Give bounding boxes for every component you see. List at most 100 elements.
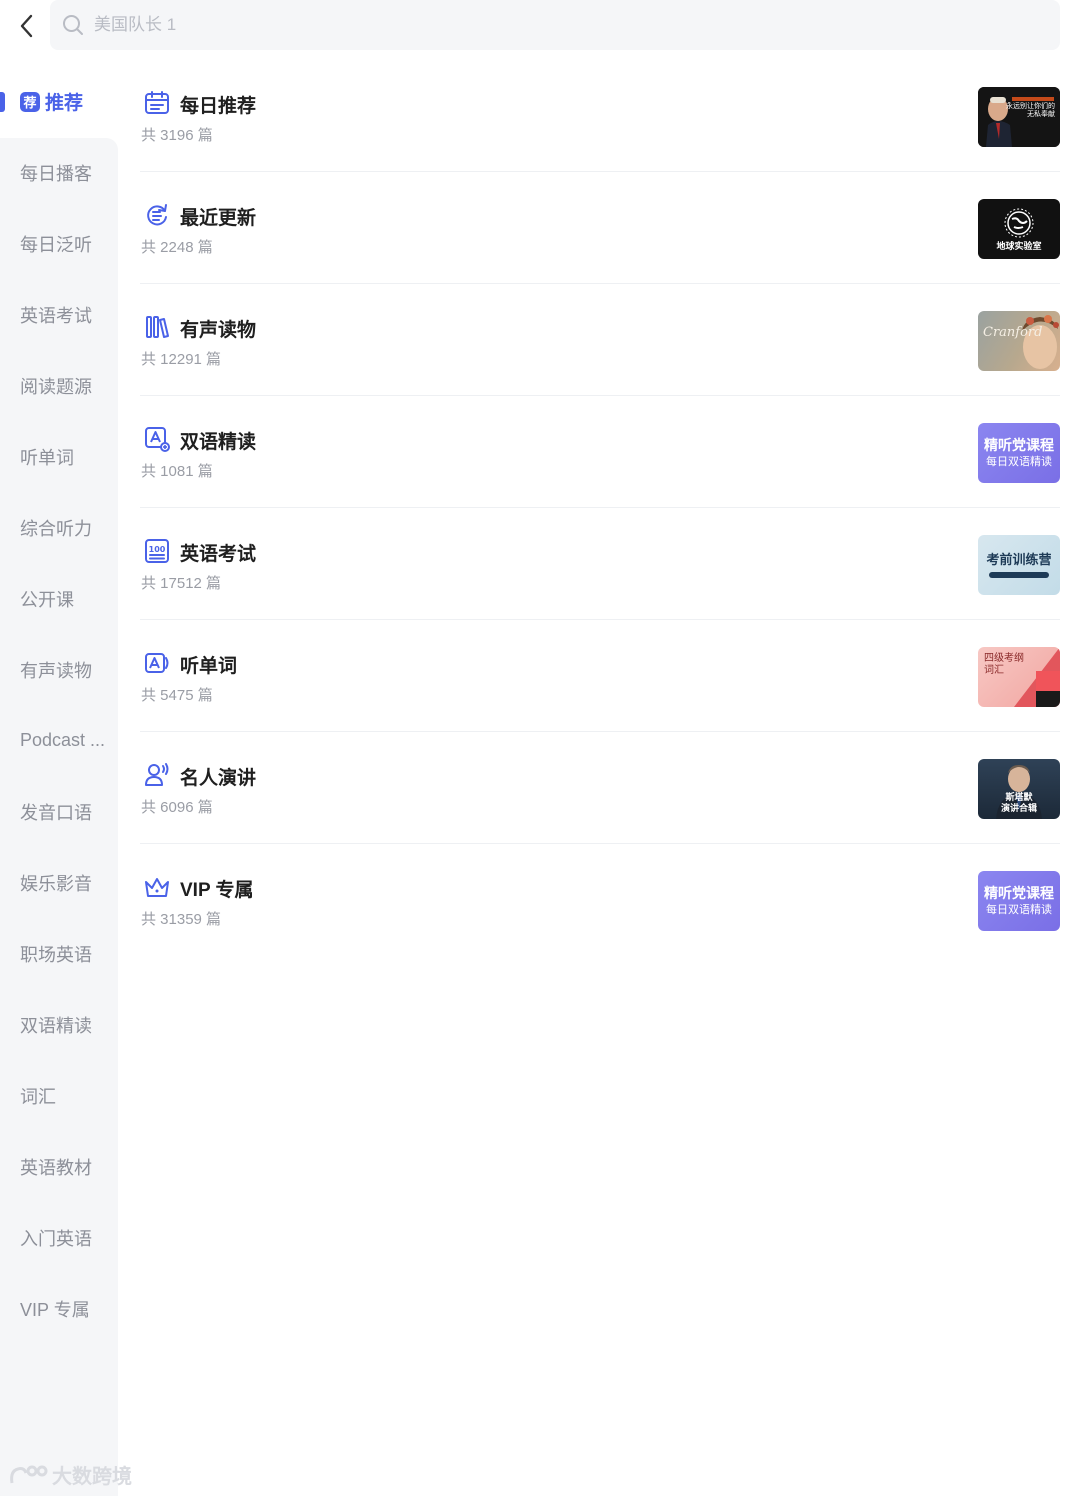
category-thumbnail[interactable]: 精听党课程 每日双语精读 (978, 423, 1060, 483)
category-thumbnail[interactable]: 斯塔默 演讲合辑 (978, 759, 1060, 819)
sidebar-item-label: 听单词 (20, 447, 74, 468)
category-row-daily-recommend[interactable]: 每日推荐 共 3196 篇 永远别让你们的 无私奉献 (140, 60, 1060, 172)
sidebar-item[interactable]: 词汇 (0, 1060, 118, 1131)
sidebar-item[interactable]: 娱乐影音 (0, 847, 118, 918)
thumbnail-text: 演讲合辑 (1000, 803, 1037, 814)
category-title: 名人演讲 (180, 768, 257, 789)
sidebar-item-label: 综合听力 (20, 518, 92, 539)
category-row-recent-updates[interactable]: 最近更新 共 2248 篇 地球实验室 (140, 172, 1060, 284)
sidebar-item[interactable]: 有声读物 (0, 634, 118, 705)
category-title: 每日推荐 (180, 96, 257, 117)
search-bar[interactable] (50, 0, 1060, 50)
sidebar-item[interactable]: 每日播客 (0, 137, 118, 208)
sidebar-item[interactable]: Podcast ... (0, 705, 118, 776)
watermark-text: 大数跨境 (52, 1466, 132, 1488)
speaker-person-icon (145, 763, 169, 786)
sidebar-item[interactable]: 综合听力 (0, 492, 118, 563)
translate-icon (145, 427, 170, 452)
category-row-famous-speeches[interactable]: 名人演讲 共 6096 篇 斯塔默 演讲合辑 (140, 732, 1060, 844)
category-thumbnail[interactable]: Cranford (978, 311, 1060, 371)
sidebar-item-label: 双语精读 (20, 1015, 92, 1036)
thumbnail-text: 地球实验室 (996, 240, 1042, 251)
sidebar-item[interactable]: 英语教材 (0, 1131, 118, 1202)
category-count: 共 31359 篇 (141, 911, 222, 928)
thumbnail-text: Cranford (983, 325, 1043, 340)
category-count: 共 2248 篇 (141, 239, 213, 256)
search-input[interactable] (94, 15, 994, 35)
calendar-icon (145, 91, 169, 114)
category-count: 共 17512 篇 (141, 575, 222, 592)
watermark: 大数跨境 (8, 1460, 132, 1489)
sidebar-item-label: 娱乐影音 (20, 873, 92, 894)
thumbnail-text: 无私奉献 (1027, 111, 1055, 119)
category-count: 共 6096 篇 (141, 799, 213, 816)
sidebar-item-label: 公开课 (20, 589, 74, 610)
sidebar-item-label: 入门英语 (20, 1228, 92, 1249)
category-thumbnail[interactable]: 永远别让你们的 无私奉献 (978, 87, 1060, 147)
sidebar-item[interactable]: VIP 专属 (0, 1273, 118, 1344)
recommend-badge-icon: 荐 (20, 91, 40, 112)
thumbnail-text: 斯塔默 (1005, 792, 1033, 803)
sidebar-item-label: 发音口语 (20, 802, 92, 823)
category-row-audiobooks[interactable]: 有声读物 共 12291 篇 Cranford (140, 284, 1060, 396)
sidebar-item[interactable]: 双语精读 (0, 989, 118, 1060)
sidebar-item-label: 英语考试 (20, 305, 92, 326)
sidebar-item-label: 词汇 (20, 1086, 56, 1107)
thumbnail-text: 精听党课程 (984, 885, 1054, 901)
sidebar-item-label: 有声读物 (20, 660, 92, 681)
sidebar-item[interactable]: 荐推荐 (0, 66, 118, 137)
category-title: 听单词 (180, 656, 238, 677)
word-audio-icon (145, 653, 169, 673)
exam-thumb-bar (989, 571, 1049, 578)
score-100-icon: 100 (145, 539, 169, 563)
active-indicator (0, 92, 5, 112)
category-row-bilingual-reading[interactable]: 双语精读 共 1081 篇 精听党课程 每日双语精读 (140, 396, 1060, 508)
sidebar-item[interactable]: 职场英语 (0, 918, 118, 989)
thumbnail-text: 每日双语精读 (986, 455, 1052, 468)
category-list: 每日推荐 共 3196 篇 永远别让你们的 无私奉献 最近更新 共 2248 篇… (140, 60, 1060, 956)
sidebar-item-label: 英语教材 (20, 1157, 92, 1178)
chevron-left-icon (20, 14, 33, 38)
books-icon (146, 316, 169, 338)
sidebar-item-label: 每日泛听 (20, 234, 92, 255)
category-row-english-exams[interactable]: 100 英语考试 共 17512 篇 考前训练营 (140, 508, 1060, 620)
sidebar-item-label: 每日播客 (20, 163, 92, 184)
sidebar-item-label: VIP 专属 (20, 1299, 90, 1320)
sidebar-item[interactable]: 入门英语 (0, 1202, 118, 1273)
sidebar-item[interactable]: 听单词 (0, 421, 118, 492)
watermark-logo-icon (10, 1465, 48, 1483)
thumbnail-text: 精听党课程 (984, 437, 1054, 453)
category-count: 共 5475 篇 (141, 687, 213, 704)
category-title: 最近更新 (180, 208, 257, 229)
globe-icon (1004, 208, 1034, 238)
thumbnail-text: 词汇 (984, 665, 1004, 676)
thumbnail-text: 每日双语精读 (986, 903, 1052, 916)
sidebar-item-label: 职场英语 (20, 944, 92, 965)
category-title: 双语精读 (180, 432, 257, 453)
sidebar-item-label: Podcast ... (20, 730, 106, 750)
category-row-listen-words[interactable]: 听单词 共 5475 篇 四级考纲 词汇 (140, 620, 1060, 732)
sidebar-item[interactable]: 英语考试 (0, 279, 118, 350)
category-row-vip-exclusive[interactable]: VIP 专属 共 31359 篇 精听党课程 每日双语精读 (140, 844, 1060, 956)
sidebar-item-label: 阅读题源 (20, 376, 92, 397)
category-thumbnail[interactable]: 考前训练营 (978, 535, 1060, 595)
category-count: 共 3196 篇 (141, 127, 213, 144)
category-thumbnail[interactable]: 精听党课程 每日双语精读 (978, 871, 1060, 931)
crown-icon (145, 878, 169, 897)
category-sidebar: 荐推荐每日播客每日泛听英语考试阅读题源听单词综合听力公开课有声读物 Podcast… (0, 66, 118, 1496)
category-thumbnail[interactable]: 四级考纲 词汇 (978, 647, 1060, 707)
sidebar-item[interactable]: 公开课 (0, 563, 118, 634)
sidebar-item[interactable]: 每日泛听 (0, 208, 118, 279)
sidebar-item-label: 推荐 (45, 93, 84, 114)
sidebar-item[interactable]: 阅读题源 (0, 350, 118, 421)
refresh-icon (147, 204, 167, 226)
category-thumbnail[interactable]: 地球实验室 (978, 199, 1060, 259)
back-button[interactable] (12, 8, 40, 44)
thumbnail-text: 考前训练营 (986, 552, 1052, 568)
category-count: 共 1081 篇 (141, 463, 213, 480)
sidebar-item[interactable]: 发音口语 (0, 776, 118, 847)
category-title: VIP 专属 (180, 880, 254, 901)
category-title: 有声读物 (180, 320, 257, 341)
search-icon (62, 14, 84, 36)
category-title: 英语考试 (180, 544, 257, 565)
